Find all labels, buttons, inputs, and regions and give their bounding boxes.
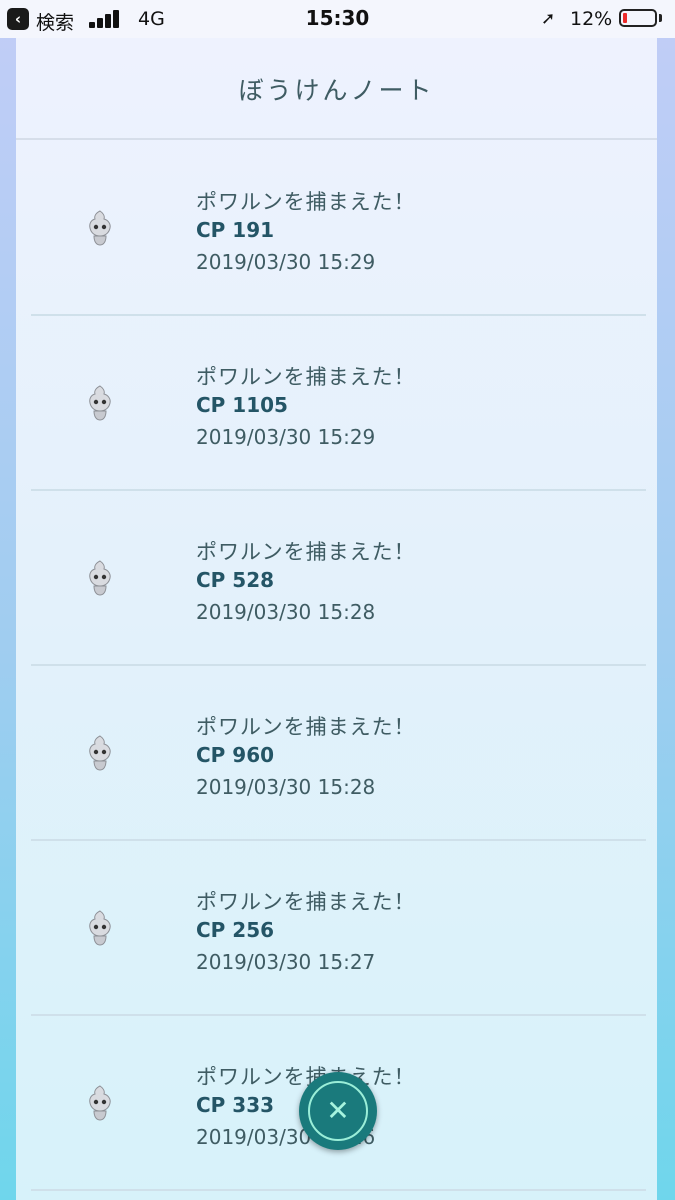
entry-date: 2019/03/30 15:28 — [196, 775, 376, 799]
castform-icon — [89, 210, 111, 246]
journal-entry[interactable]: ポワルンを捕まえた！ CP 528 2019/03/30 15:28 — [31, 490, 646, 666]
entry-date: 2019/03/30 15:29 — [196, 250, 376, 274]
entry-title: ポワルンを捕まえた！ — [196, 890, 416, 914]
entry-cp: CP 191 — [196, 218, 275, 242]
journal-entry[interactable]: ポワルンを捕まえた！ CP 256 2019/03/30 15:27 — [31, 840, 646, 1016]
entry-title: ポワルンを捕まえた！ — [196, 540, 416, 564]
entry-cp: CP 1105 — [196, 393, 288, 417]
entry-date: 2019/03/30 15:28 — [196, 600, 376, 624]
battery-level — [623, 13, 627, 23]
journal-entry[interactable]: ポワルンを捕まえた！ CP 191 2019/03/30 15:29 — [31, 140, 646, 316]
journal-panel: ぼうけんノート ポワルンを捕まえた！ CP 191 2019/03/30 15:29… — [16, 38, 657, 1200]
entry-date: 2019/03/30 15:29 — [196, 425, 376, 449]
entry-cp: CP 333 — [196, 1093, 275, 1117]
entry-title: ポワルンを捕まえた！ — [196, 365, 416, 389]
close-icon: ✕ — [326, 1094, 350, 1127]
location-arrow-icon: ➚ — [541, 9, 556, 29]
journal-entry[interactable]: ポワルンを捕まえた！ CP 960 2019/03/30 15:28 — [31, 665, 646, 841]
page-title: ぼうけんノート — [238, 76, 435, 105]
close-button[interactable]: ✕ — [299, 1072, 377, 1150]
entry-cp: CP 256 — [196, 918, 275, 942]
battery-nub — [659, 14, 662, 22]
status-bar: ‹ 検索 4G 15:30 ➚ 12% — [0, 0, 675, 38]
battery-icon — [619, 9, 657, 27]
castform-icon — [89, 385, 111, 421]
castform-icon — [89, 735, 111, 771]
entry-title: ポワルンを捕まえた！ — [196, 190, 416, 214]
entry-title: ポワルンを捕まえた！ — [196, 715, 416, 739]
journal-header: ぼうけんノート — [16, 38, 657, 140]
castform-icon — [89, 910, 111, 946]
entry-cp: CP 960 — [196, 743, 275, 767]
journal-entry[interactable]: ポワルンを捕まえた！ CP 1105 2019/03/30 15:29 — [31, 315, 646, 491]
entry-cp: CP 528 — [196, 568, 275, 592]
castform-icon — [89, 1085, 111, 1121]
entry-date: 2019/03/30 15:27 — [196, 950, 376, 974]
castform-icon — [89, 560, 111, 596]
battery-percent: 12% — [570, 8, 613, 30]
